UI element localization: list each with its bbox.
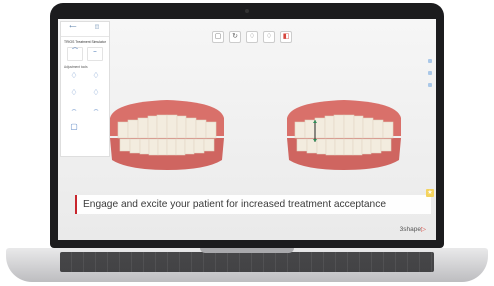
tool-rotate[interactable]: ♢ xyxy=(87,71,105,85)
right-tool-icon[interactable] xyxy=(428,71,432,75)
panel-title: TRIOS Treatment Simulator xyxy=(64,40,106,44)
right-tool-icon[interactable] xyxy=(428,59,432,63)
caption-text: Engage and excite your patient for incre… xyxy=(83,199,386,210)
tooth-tip-icon: ♢ xyxy=(70,88,78,97)
brand-logo: 3shape▷ xyxy=(399,226,426,233)
camera-dot xyxy=(245,9,249,13)
star-icon[interactable]: ★ xyxy=(426,189,434,197)
tool-move[interactable]: ♢ xyxy=(65,71,83,85)
arch-icon: ⌢ xyxy=(71,105,77,114)
top-toolbar: ▢ ↻ ♢ ♢ ◧ xyxy=(212,31,292,43)
mode-buttons: ⌒ ⌣ xyxy=(61,44,109,61)
compare-icon[interactable]: ◧ xyxy=(280,31,292,43)
section-title: Adjustment tools xyxy=(64,65,88,69)
upper-jaw-icon: ⌒ xyxy=(71,49,78,55)
app-screen: ▢ ↻ ♢ ♢ ◧ ⟵ ◫ TRIOS Treatment Simulator … xyxy=(58,19,436,240)
caption-banner: Engage and excite your patient for incre… xyxy=(75,195,431,214)
tooth-move-handle-icon[interactable] xyxy=(312,119,318,143)
jaw-model-after[interactable] xyxy=(283,96,405,174)
panel-tabs: ⟵ ◫ xyxy=(61,22,109,37)
lower-jaw-icon: ⌣ xyxy=(93,49,97,55)
tool-reset[interactable]: ▢ xyxy=(65,122,83,136)
tooth-rotate-icon: ♢ xyxy=(92,71,100,80)
tooth-icon[interactable]: ♢ xyxy=(246,31,258,43)
right-tool-icon[interactable] xyxy=(428,83,432,87)
tool-tip[interactable]: ♢ xyxy=(65,88,83,102)
trackpad-notch xyxy=(200,248,294,253)
keyboard xyxy=(60,252,434,272)
view-icon: ◫ xyxy=(94,24,100,30)
reset-icon: ▢ xyxy=(70,122,78,131)
side-panel: ⟵ ◫ TRIOS Treatment Simulator ⌒ ⌣ Adjust… xyxy=(60,21,110,157)
arch-expand-icon: ⌢ xyxy=(93,105,99,114)
tooth-icon[interactable]: ♢ xyxy=(263,31,275,43)
lower-jaw-button[interactable]: ⌣ xyxy=(87,47,103,61)
back-icon: ⟵ xyxy=(69,24,77,30)
tab-view[interactable]: ◫ xyxy=(85,22,109,36)
tooth-move-icon: ♢ xyxy=(70,71,78,80)
tab-back[interactable]: ⟵ xyxy=(61,22,85,36)
tooth-torque-icon: ♢ xyxy=(92,88,100,97)
logo-mark-icon: ▷ xyxy=(421,226,426,233)
tool-arch-expand[interactable]: ⌢ xyxy=(87,105,105,119)
tools-grid: ♢ ♢ ♢ ♢ ⌢ ⌢ ▢ xyxy=(61,69,109,138)
right-toolbar xyxy=(428,59,432,87)
view-front-icon[interactable]: ▢ xyxy=(212,31,224,43)
tool-arch[interactable]: ⌢ xyxy=(65,105,83,119)
upper-jaw-button[interactable]: ⌒ xyxy=(67,47,83,61)
tool-torque[interactable]: ♢ xyxy=(87,88,105,102)
jaw-model-before[interactable] xyxy=(106,96,228,174)
view-side-icon[interactable]: ↻ xyxy=(229,31,241,43)
